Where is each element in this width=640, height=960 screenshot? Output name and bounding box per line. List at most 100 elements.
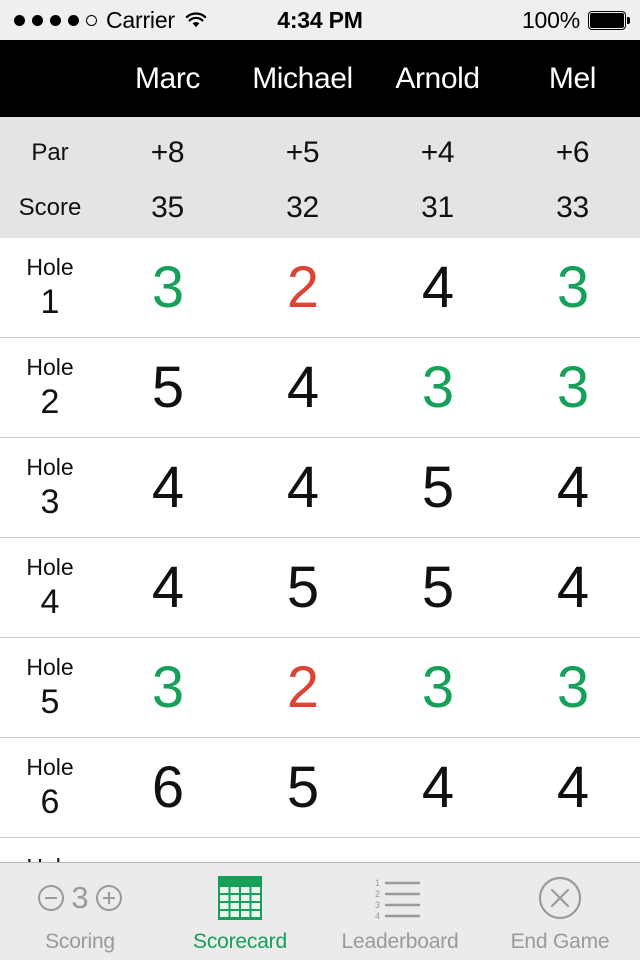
hole-label: Hole 5: [0, 654, 100, 720]
score-value: 33: [556, 190, 589, 224]
hole-row[interactable]: Hole 1 3 2 4 3: [0, 238, 640, 338]
par-value: +4: [420, 135, 455, 169]
hole-label: Hole 6: [0, 754, 100, 821]
hole-word: Hole: [26, 754, 74, 780]
hole-label: Hole 2: [0, 354, 100, 421]
hole-number: 6: [40, 783, 60, 821]
hole-score-cell[interactable]: 5: [100, 358, 235, 417]
player-column-2[interactable]: Arnold: [370, 62, 505, 96]
hole-score-cell[interactable]: 2: [235, 658, 370, 717]
hole-number: 1: [40, 283, 60, 321]
wifi-icon: [184, 11, 208, 29]
hole-row[interactable]: Hole7: [0, 838, 640, 862]
hole-row[interactable]: Hole 2 5 4 3 3: [0, 338, 640, 438]
hole-row[interactable]: Hole 3 4 4 5 4: [0, 438, 640, 538]
carrier-label: Carrier: [106, 6, 175, 33]
score-row: Score 35 32 31 33: [0, 180, 640, 235]
grid-table-icon: [160, 874, 320, 922]
svg-text:1: 1: [375, 878, 380, 888]
hole-word: Hole: [26, 454, 74, 480]
hole-score-cell[interactable]: 3: [505, 358, 640, 417]
player-column-1[interactable]: Michael: [235, 62, 370, 96]
ranked-list-icon: 1 2 3 4: [320, 874, 480, 922]
signal-strength-icon: [14, 14, 97, 26]
hole-word: Hole: [26, 654, 74, 680]
hole-score-cell[interactable]: 4: [505, 758, 640, 817]
par-value: +8: [150, 135, 185, 169]
tab-scorecard[interactable]: Scorecard: [160, 863, 320, 960]
hole-score-cell[interactable]: 4: [370, 758, 505, 817]
svg-text:4: 4: [375, 911, 380, 919]
plus-circle-icon: [95, 884, 122, 911]
tab-end-game[interactable]: End Game: [480, 863, 640, 960]
clock-label: 4:34 PM: [277, 6, 363, 33]
stepper-value: 3: [71, 880, 89, 915]
hole-label: Hole 3: [0, 454, 100, 521]
score-stepper-icon: 3: [0, 874, 160, 922]
hole-score-cell[interactable]: 3: [505, 258, 640, 317]
hole-score-cell[interactable]: 4: [235, 358, 370, 417]
player-column-0[interactable]: Marc: [100, 62, 235, 96]
par-row-label: Par: [31, 138, 69, 166]
svg-text:3: 3: [375, 900, 380, 910]
hole-number: 4: [40, 583, 60, 621]
hole-score-cell[interactable]: 4: [505, 558, 640, 617]
hole-label: Hole 4: [0, 554, 100, 621]
hole-score-cell[interactable]: 4: [505, 458, 640, 517]
hole-score-cell[interactable]: 2: [235, 258, 370, 317]
app-root: Carrier 4:34 PM 100% Marc Michael Arnold…: [0, 0, 640, 960]
hole-word: Hole: [26, 354, 74, 380]
hole-score-cell[interactable]: 3: [370, 658, 505, 717]
hole-row[interactable]: Hole 4 4 5 5 4: [0, 538, 640, 638]
score-value: 31: [421, 190, 454, 224]
hole-score-cell[interactable]: 4: [370, 258, 505, 317]
hole-score-cell[interactable]: 3: [505, 658, 640, 717]
tab-leaderboard[interactable]: 1 2 3 4 Leaderboard: [320, 863, 480, 960]
hole-score-cell[interactable]: 5: [370, 458, 505, 517]
hole-score-cell[interactable]: 3: [100, 658, 235, 717]
player-name: Michael: [252, 61, 353, 95]
hole-score-cell[interactable]: 4: [100, 458, 235, 517]
hole-word: Hole: [26, 254, 74, 280]
par-row: Par +8 +5 +4 +6: [0, 125, 640, 180]
player-name: Marc: [134, 61, 201, 95]
tab-bar: 3 Scoring Scorecard 1 2 3 4 Leaderboard …: [0, 862, 640, 960]
hole-word: Hole: [26, 554, 74, 580]
hole-score-cell[interactable]: 5: [370, 558, 505, 617]
score-value: 35: [151, 190, 184, 224]
status-bar-left: Carrier: [14, 7, 208, 34]
player-name: Arnold: [395, 61, 480, 95]
tab-label-scorecard: Scorecard: [193, 929, 287, 953]
hole-score-cell[interactable]: 4: [100, 558, 235, 617]
hole-row[interactable]: Hole 6 6 5 4 4: [0, 738, 640, 838]
svg-text:2: 2: [375, 889, 380, 899]
hole-score-cell[interactable]: 3: [370, 358, 505, 417]
players-header-row: Marc Michael Arnold Mel: [0, 40, 640, 117]
scorecard-hole-list[interactable]: Hole 1 3 2 4 3 Hole 2 5 4 3 3 Hole 3 4 4 5 4 Hole 4 4 5 5 4 Hole…: [0, 238, 640, 862]
tab-label-end-game: End Game: [510, 929, 610, 953]
tab-label-leaderboard: Leaderboard: [341, 929, 459, 953]
status-bar-right: 100%: [521, 6, 630, 34]
par-value: +6: [555, 135, 590, 169]
hole-label: Hole 1: [0, 254, 100, 321]
tab-scoring[interactable]: 3 Scoring: [0, 863, 160, 960]
hole-score-cell[interactable]: 5: [235, 758, 370, 817]
minus-circle-icon: [38, 884, 65, 911]
summary-section: Par +8 +5 +4 +6 Score 35 32 31 33: [0, 117, 640, 238]
hole-row[interactable]: Hole 5 3 2 3 3: [0, 638, 640, 738]
x-circle-icon: [480, 874, 640, 922]
score-row-label: Score: [18, 193, 82, 221]
par-value: +5: [285, 135, 320, 169]
score-value: 32: [286, 190, 319, 224]
player-name: Mel: [548, 61, 597, 95]
hole-number: 3: [40, 483, 60, 521]
battery-percent-label: 100%: [521, 6, 580, 33]
hole-score-cell[interactable]: 4: [235, 458, 370, 517]
status-bar: Carrier 4:34 PM 100%: [0, 0, 640, 40]
hole-score-cell[interactable]: 3: [100, 258, 235, 317]
hole-number: 2: [40, 383, 60, 421]
player-column-3[interactable]: Mel: [505, 62, 640, 96]
hole-score-cell[interactable]: 6: [100, 758, 235, 817]
battery-full-icon: [588, 10, 630, 30]
hole-score-cell[interactable]: 5: [235, 558, 370, 617]
